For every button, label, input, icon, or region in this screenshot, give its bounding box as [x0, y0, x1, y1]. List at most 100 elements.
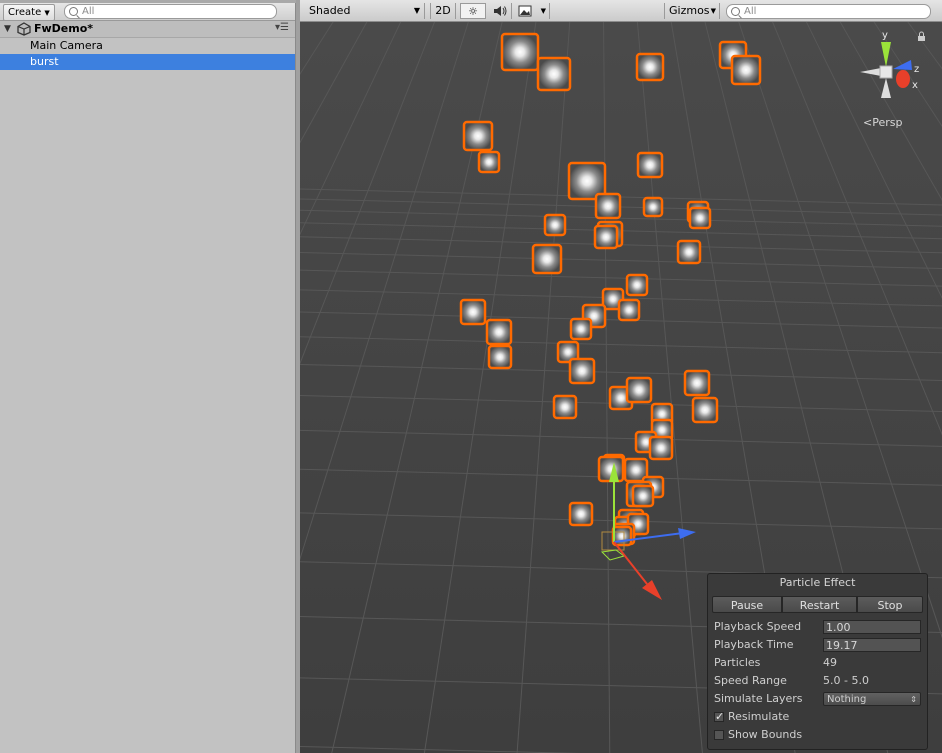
speed-range-row: Speed Range 5.0 - 5.0 — [714, 673, 924, 689]
particle — [594, 192, 622, 220]
particle — [485, 318, 513, 346]
expand-triangle-icon[interactable]: ▼ — [4, 24, 11, 34]
show-bounds-row: Show Bounds — [714, 727, 924, 743]
particle — [593, 224, 619, 250]
particle — [636, 151, 664, 179]
show-bounds-label: Show Bounds — [728, 728, 803, 741]
playback-controls: Pause Restart Stop — [712, 596, 923, 613]
particles-row: Particles 49 — [714, 655, 924, 671]
scene-header-row[interactable]: ▼ FwDemo* ▾☰ — [0, 21, 295, 38]
chevron-down-icon: ▼ — [413, 6, 420, 15]
scene-name: FwDemo* — [34, 22, 94, 35]
unity-logo-icon — [17, 22, 31, 36]
particle — [487, 344, 513, 370]
audio-toggle-button[interactable] — [488, 3, 512, 19]
create-dropdown[interactable]: Create ▼ — [3, 4, 55, 21]
chevron-down-icon: ▼ — [44, 9, 50, 17]
particle — [635, 52, 665, 82]
search-icon — [69, 7, 78, 16]
gizmos-dropdown[interactable]: Gizmos ▼ — [664, 3, 720, 19]
particle — [569, 317, 593, 341]
particle — [631, 484, 655, 508]
simulate-layers-dropdown[interactable]: Nothing ⇕ — [823, 692, 921, 706]
scene-toolbar: Shaded ▼ 2D ☼ ▼ Gizmos ▼ All — [300, 0, 942, 22]
checkmark-icon: ✓ — [715, 710, 725, 723]
pause-button[interactable]: Pause — [712, 596, 782, 613]
particle — [691, 396, 719, 424]
axis-label-z: z — [914, 64, 919, 75]
image-icon — [518, 5, 532, 17]
hierarchy-search-placeholder: All — [82, 6, 95, 17]
simulate-layers-row: Simulate Layers Nothing ⇕ — [714, 691, 924, 707]
gizmo-center-cube[interactable] — [879, 65, 893, 79]
particle — [688, 206, 712, 230]
particle-effect-title: Particle Effect — [779, 576, 856, 589]
playback-speed-row: Playback Speed 1.00 — [714, 619, 924, 635]
x-cone[interactable] — [896, 70, 910, 88]
simulate-layers-label: Simulate Layers — [714, 692, 803, 705]
sun-icon: ☼ — [468, 5, 478, 18]
projection-label: Persp — [872, 116, 902, 129]
particle — [462, 120, 494, 152]
resimulate-row: ✓ Resimulate — [714, 709, 924, 725]
axis-label-y: y — [882, 30, 888, 41]
particle — [625, 273, 649, 297]
playback-time-row: Playback Time 19.17 — [714, 637, 924, 653]
particle — [625, 376, 653, 404]
particle — [676, 239, 702, 265]
chevron-down-icon: ▼ — [710, 7, 716, 15]
playback-speed-label: Playback Speed — [714, 620, 802, 633]
particle — [617, 298, 641, 322]
hierarchy-item-label: Main Camera — [30, 39, 103, 52]
simulate-layers-value: Nothing — [827, 694, 867, 705]
search-icon — [731, 7, 740, 16]
particles-count: 49 — [823, 656, 837, 669]
playback-speed-field[interactable]: 1.00 — [823, 620, 921, 634]
particle — [568, 357, 596, 385]
shading-mode-label: Shaded — [309, 4, 351, 17]
particles-label: Particles — [714, 656, 761, 669]
create-label: Create — [8, 7, 42, 18]
options-menu-icon[interactable]: ▾☰ — [275, 22, 289, 33]
particle — [730, 54, 762, 86]
hierarchy-item-main-camera[interactable]: Main Camera — [0, 38, 295, 54]
particle — [543, 213, 567, 237]
particle — [500, 32, 540, 72]
gizmos-label: Gizmos — [669, 4, 710, 17]
particle — [642, 196, 664, 218]
projection-mode-label[interactable]: <Persp — [863, 116, 902, 129]
particle — [477, 150, 501, 174]
hierarchy-search-input[interactable]: All — [64, 4, 277, 19]
show-bounds-checkbox[interactable] — [714, 730, 724, 740]
speed-range-label: Speed Range — [714, 674, 787, 687]
shading-mode-dropdown[interactable]: Shaded ▼ — [305, 3, 425, 19]
lighting-toggle-button[interactable]: ☼ — [460, 3, 486, 19]
particle — [536, 56, 572, 92]
particle-effect-panel: Particle Effect Pause Restart Stop Playb… — [707, 573, 928, 750]
stop-button[interactable]: Stop — [857, 596, 923, 613]
resimulate-checkbox[interactable]: ✓ — [714, 710, 725, 723]
hierarchy-toolbar: Create ▼ All — [0, 3, 295, 21]
particle — [552, 394, 578, 420]
hierarchy-item-label: burst — [30, 55, 59, 68]
speaker-icon — [493, 6, 506, 16]
scene-search-input[interactable]: All — [726, 4, 931, 19]
particle — [683, 369, 711, 397]
speed-range-value: 5.0 - 5.0 — [823, 674, 869, 687]
2d-toggle-button[interactable]: 2D — [430, 3, 456, 19]
perspective-icon: < — [863, 116, 872, 129]
updown-arrows-icon: ⇕ — [910, 695, 917, 704]
particle — [568, 501, 594, 527]
particle — [648, 435, 674, 461]
particle — [531, 243, 563, 275]
particle — [459, 298, 487, 326]
chevron-down-icon: ▼ — [540, 7, 546, 15]
restart-button[interactable]: Restart — [782, 596, 857, 613]
hierarchy-item-burst[interactable]: burst — [0, 54, 295, 70]
scene-search-placeholder: All — [744, 6, 757, 17]
effects-dropdown[interactable]: ▼ — [514, 3, 550, 19]
playback-time-field[interactable]: 19.17 — [823, 638, 921, 652]
axis-label-x: x — [912, 80, 918, 91]
resimulate-label: Resimulate — [728, 710, 790, 723]
playback-time-label: Playback Time — [714, 638, 794, 651]
